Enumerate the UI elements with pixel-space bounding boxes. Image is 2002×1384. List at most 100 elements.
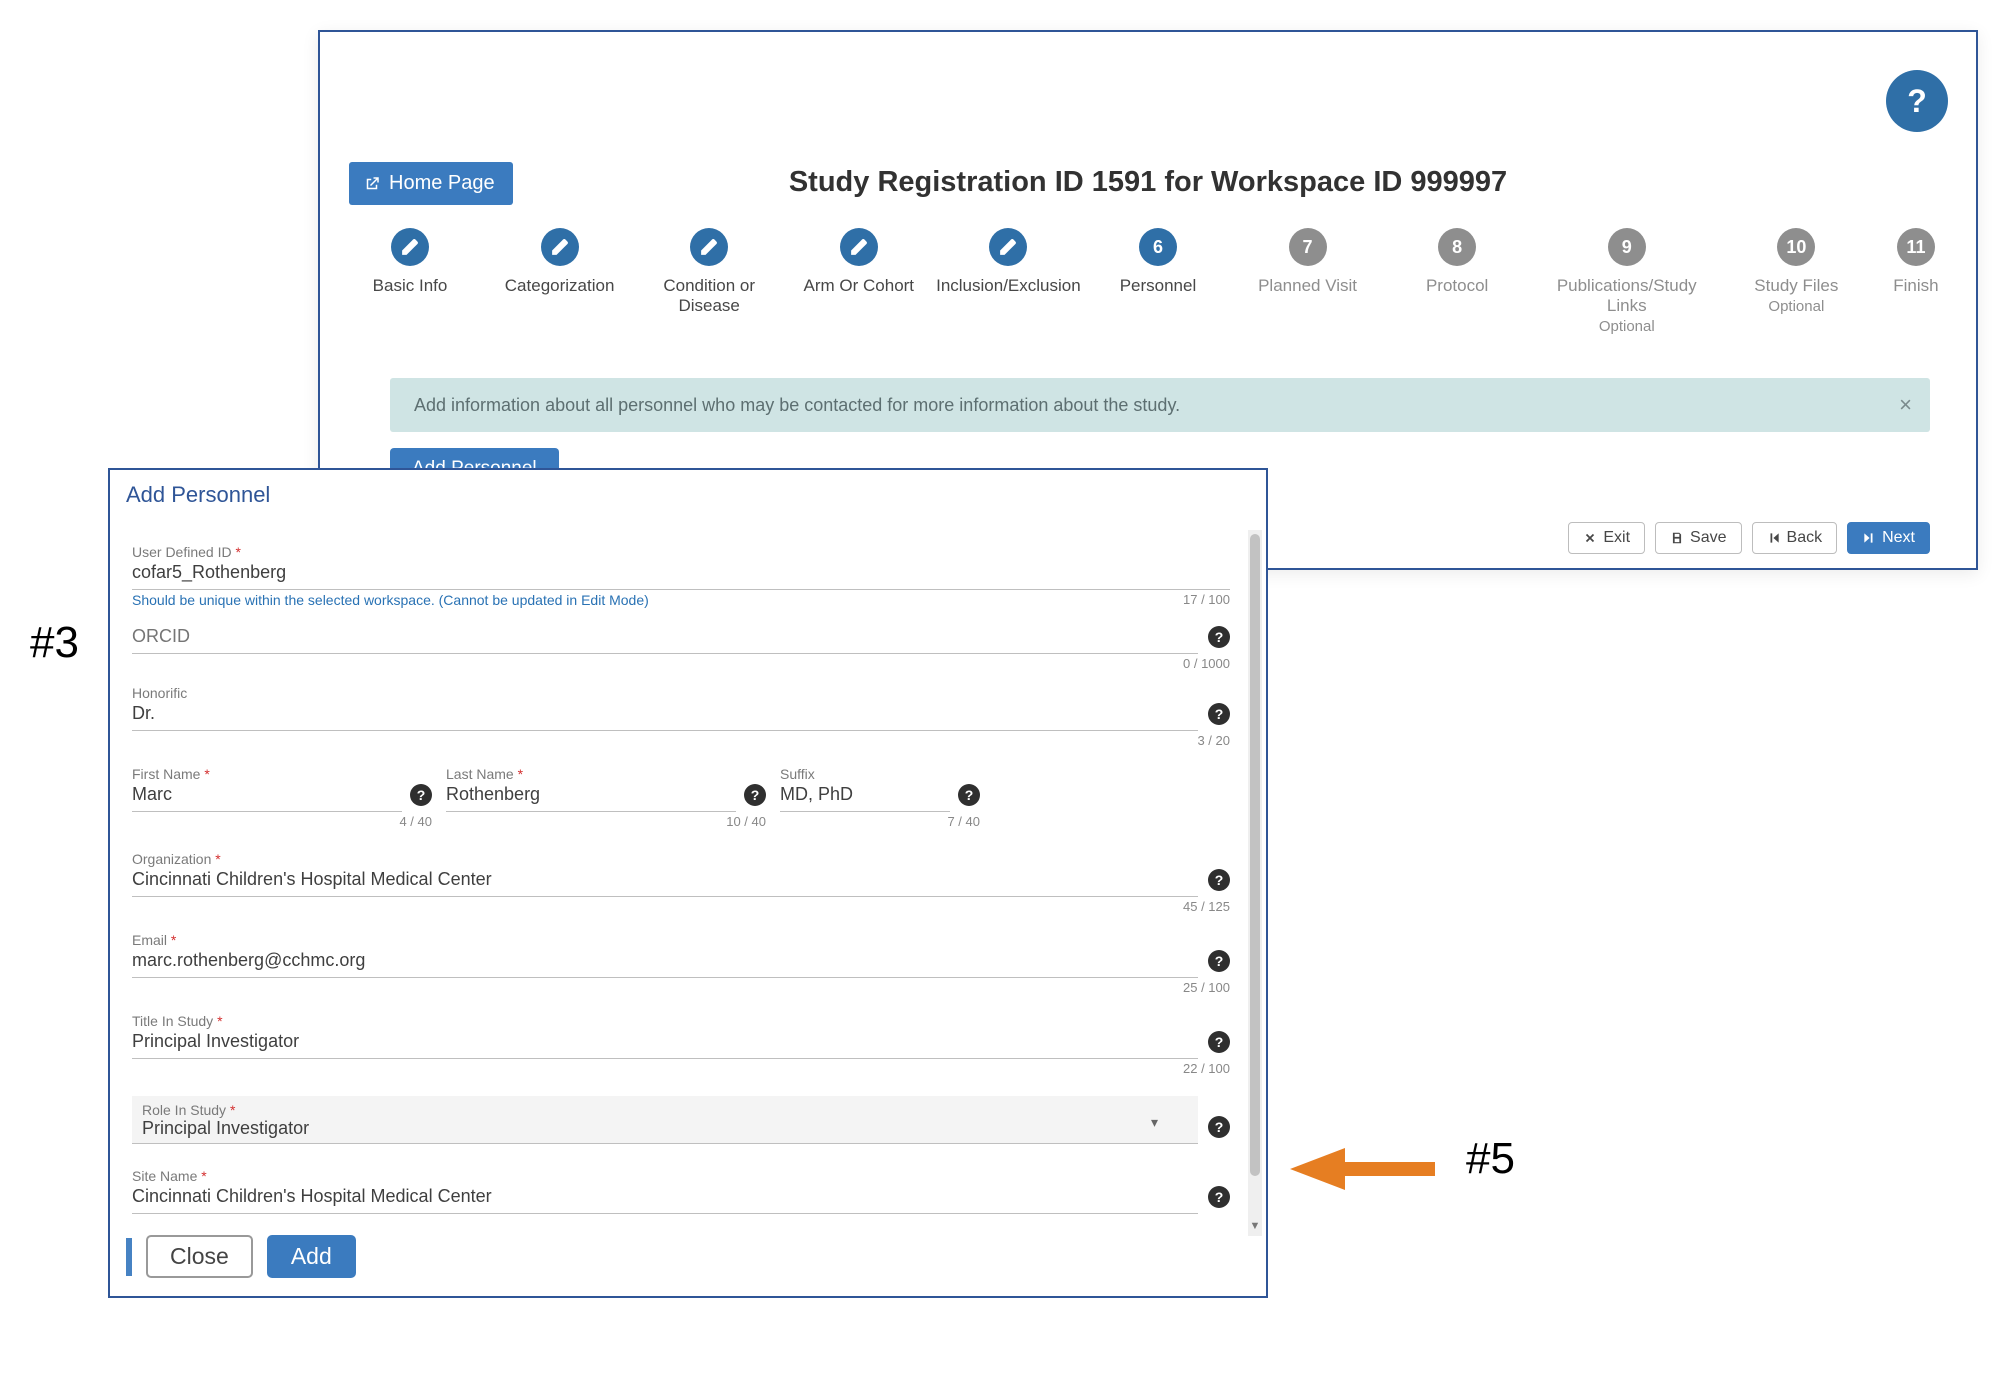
close-icon[interactable]: × bbox=[1899, 392, 1912, 418]
step-study-files[interactable]: 10 Study Files Optional bbox=[1726, 228, 1866, 335]
field-role-in-study: Role In Study * Principal Investigator ▾… bbox=[132, 1096, 1230, 1144]
form-area: User Defined ID * Should be unique withi… bbox=[132, 544, 1230, 1224]
next-label: Next bbox=[1882, 529, 1915, 547]
registration-id: 1591 bbox=[1092, 166, 1157, 198]
next-button[interactable]: Next bbox=[1847, 522, 1930, 554]
scroll-thumb[interactable] bbox=[1250, 534, 1260, 1176]
step-optional: Optional bbox=[1599, 318, 1655, 335]
help-icon[interactable]: ? bbox=[958, 784, 980, 806]
step-number: 9 bbox=[1608, 228, 1646, 266]
char-counter: 25 / 100 bbox=[132, 980, 1230, 995]
info-banner-text: Add information about all personnel who … bbox=[414, 395, 1180, 416]
dialog-footer: Close Add bbox=[126, 1235, 356, 1278]
step-planned-visit[interactable]: 7 Planned Visit bbox=[1238, 228, 1378, 335]
char-counter: 3 / 20 bbox=[132, 733, 1230, 748]
title-prefix: Study Registration ID bbox=[789, 166, 1092, 198]
step-condition[interactable]: Condition or Disease bbox=[639, 228, 779, 335]
step-number: 11 bbox=[1897, 228, 1935, 266]
back-button[interactable]: Back bbox=[1752, 522, 1838, 554]
step-number: 7 bbox=[1289, 228, 1327, 266]
save-label: Save bbox=[1690, 529, 1726, 547]
role-value: Principal Investigator bbox=[142, 1118, 1188, 1139]
exit-button[interactable]: Exit bbox=[1568, 522, 1645, 554]
pencil-icon bbox=[541, 228, 579, 266]
save-button[interactable]: Save bbox=[1655, 522, 1741, 554]
title-mid: for Workspace ID bbox=[1156, 166, 1410, 198]
save-icon bbox=[1670, 531, 1684, 545]
step-label: Protocol bbox=[1426, 276, 1488, 296]
scroll-down-icon[interactable]: ▼ bbox=[1248, 1220, 1262, 1236]
help-icon[interactable]: ? bbox=[1208, 1116, 1230, 1138]
step-finish[interactable]: 11 Finish bbox=[1876, 228, 1956, 335]
field-label: Organization * bbox=[132, 851, 1198, 867]
role-in-study-select[interactable]: Role In Study * Principal Investigator ▾ bbox=[132, 1096, 1198, 1144]
field-note: Should be unique within the selected wor… bbox=[132, 592, 649, 608]
step-categorization[interactable]: Categorization bbox=[490, 228, 630, 335]
step-label: Planned Visit bbox=[1258, 276, 1357, 296]
step-label: Arm Or Cohort bbox=[804, 276, 915, 296]
pencil-icon bbox=[690, 228, 728, 266]
email-input[interactable] bbox=[132, 948, 1198, 978]
char-counter: 0 / 1000 bbox=[132, 656, 1230, 671]
char-counter: 4 / 40 bbox=[132, 814, 432, 829]
step-number: 10 bbox=[1777, 228, 1815, 266]
organization-input[interactable] bbox=[132, 867, 1198, 897]
step-number: 8 bbox=[1438, 228, 1476, 266]
step-label: Study Files bbox=[1754, 276, 1838, 296]
step-label: Basic Info bbox=[373, 276, 448, 296]
add-button[interactable]: Add bbox=[267, 1235, 356, 1278]
last-name-input[interactable] bbox=[446, 782, 736, 812]
field-label: Site Name * bbox=[132, 1168, 1198, 1184]
field-label: Title In Study * bbox=[132, 1013, 1198, 1029]
step-label: Inclusion/Exclusion bbox=[936, 276, 1081, 296]
help-icon[interactable]: ? bbox=[1208, 869, 1230, 891]
step-personnel[interactable]: 6 Personnel bbox=[1088, 228, 1228, 335]
step-protocol[interactable]: 8 Protocol bbox=[1387, 228, 1527, 335]
back-icon bbox=[1767, 531, 1781, 545]
field-label: Email * bbox=[132, 932, 1198, 948]
field-title-in-study: Title In Study * ? bbox=[132, 1013, 1230, 1059]
help-icon[interactable]: ? bbox=[1208, 1031, 1230, 1053]
step-label: Categorization bbox=[505, 276, 615, 296]
field-label: Honorific bbox=[132, 685, 1198, 701]
help-icon[interactable]: ? bbox=[1208, 626, 1230, 648]
exit-label: Exit bbox=[1603, 529, 1630, 547]
wizard-steps: Basic Info Categorization Condition or D… bbox=[340, 228, 1956, 335]
pencil-icon bbox=[840, 228, 878, 266]
site-name-input[interactable] bbox=[132, 1184, 1198, 1214]
field-user-defined-id: User Defined ID * Should be unique withi… bbox=[132, 544, 1230, 608]
first-name-input[interactable] bbox=[132, 782, 402, 812]
step-label: Publications/Study Links bbox=[1537, 276, 1717, 316]
help-icon[interactable]: ? bbox=[1208, 950, 1230, 972]
help-icon[interactable]: ? bbox=[744, 784, 766, 806]
dialog-scrollbar[interactable]: ▼ bbox=[1248, 530, 1262, 1236]
field-label: Suffix bbox=[780, 766, 980, 782]
help-icon[interactable]: ? bbox=[410, 784, 432, 806]
step-arm-cohort[interactable]: Arm Or Cohort bbox=[789, 228, 929, 335]
step-publications[interactable]: 9 Publications/Study Links Optional bbox=[1537, 228, 1717, 335]
orcid-input[interactable] bbox=[132, 624, 1198, 654]
page-title: Study Registration ID 1591 for Workspace… bbox=[320, 166, 1976, 199]
field-label: Last Name * bbox=[446, 766, 766, 782]
help-icon[interactable]: ? bbox=[1208, 703, 1230, 725]
close-button[interactable]: Close bbox=[146, 1235, 253, 1278]
step-number: 6 bbox=[1139, 228, 1177, 266]
suffix-input[interactable] bbox=[780, 782, 950, 812]
field-organization: Organization * ? bbox=[132, 851, 1230, 897]
wizard-footer: Exit Save Back Next bbox=[1568, 522, 1930, 554]
user-defined-id-input[interactable] bbox=[132, 560, 1230, 590]
pencil-icon bbox=[989, 228, 1027, 266]
step-inclusion-exclusion[interactable]: Inclusion/Exclusion bbox=[938, 228, 1078, 335]
field-email: Email * ? bbox=[132, 932, 1230, 978]
footer-accent bbox=[126, 1238, 132, 1276]
honorific-input[interactable] bbox=[132, 701, 1198, 731]
back-label: Back bbox=[1787, 529, 1823, 547]
title-in-study-input[interactable] bbox=[132, 1029, 1198, 1059]
info-banner: Add information about all personnel who … bbox=[390, 378, 1930, 432]
step-basic-info[interactable]: Basic Info bbox=[340, 228, 480, 335]
help-icon[interactable]: ? bbox=[1886, 70, 1948, 132]
help-icon[interactable]: ? bbox=[1208, 1186, 1230, 1208]
char-counter: 17 / 100 bbox=[1183, 592, 1230, 608]
step-label: Finish bbox=[1893, 276, 1938, 296]
field-label: User Defined ID * bbox=[132, 544, 1230, 560]
